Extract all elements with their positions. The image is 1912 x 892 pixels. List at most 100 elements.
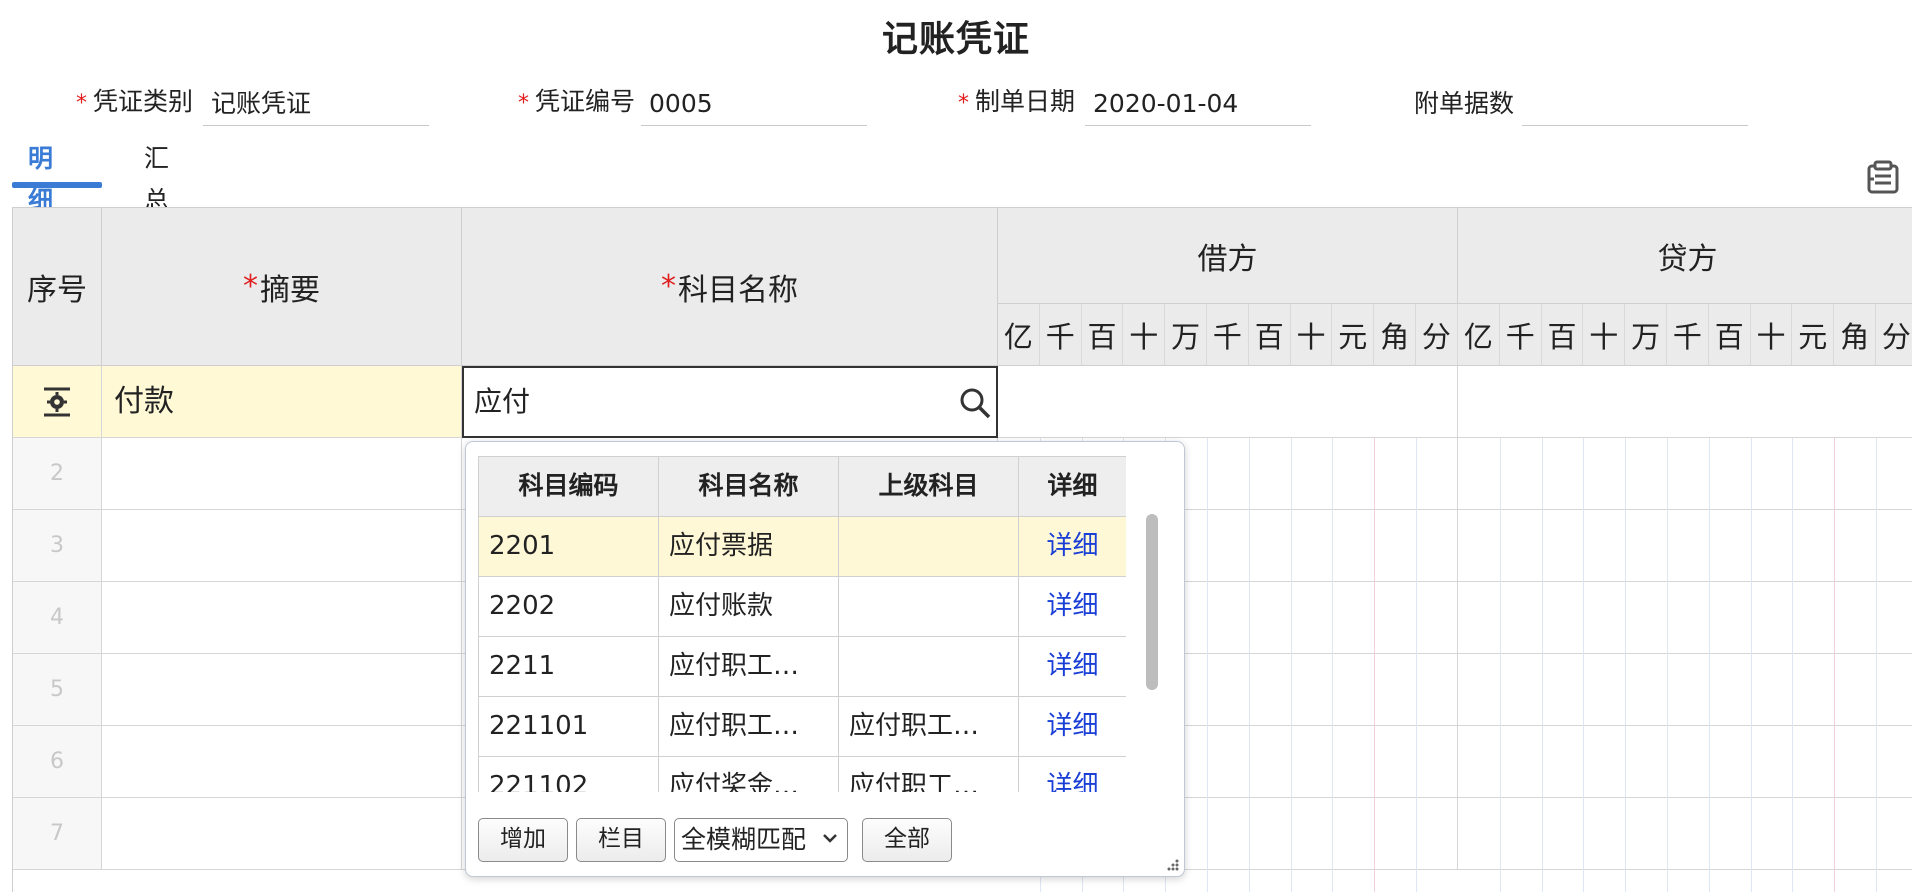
search-icon[interactable] [958, 386, 992, 420]
lookup-parent-cell: 应付职工… [839, 697, 1019, 757]
credit-digit-header: 十 [1750, 304, 1793, 366]
credit-digit-header: 万 [1625, 304, 1667, 366]
detail-link[interactable]: 详细 [1019, 697, 1126, 757]
digit-gridline [1834, 438, 1836, 892]
credit-amount-cell[interactable] [1458, 798, 1912, 869]
columns-button[interactable]: 栏目 [576, 818, 666, 862]
detail-link[interactable]: 详细 [1019, 637, 1126, 697]
attachments-label: 附单据数 [1414, 89, 1515, 118]
digit-gridline [1290, 438, 1292, 892]
lookup-code-cell: 221102 [479, 757, 659, 792]
attachments-input[interactable] [1522, 86, 1749, 126]
lookup-col-name: 科目名称 [659, 457, 839, 517]
lookup-row[interactable]: 221102 应付奖金… 应付职工… 详细 [479, 757, 1126, 792]
debit-digit-header: 分 [1416, 304, 1458, 366]
lookup-name-cell: 应付奖金… [659, 757, 839, 792]
row-settings-icon[interactable] [43, 386, 71, 418]
debit-digit-header: 百 [1248, 304, 1291, 366]
credit-digit-header: 角 [1834, 304, 1876, 366]
page-title: 记账凭证 [881, 19, 1030, 60]
table-row[interactable]: 付款 应付 [13, 366, 1912, 438]
lookup-code-cell: 221101 [479, 697, 659, 757]
digit-gridline [1625, 438, 1627, 892]
digit-gridline [1583, 438, 1585, 892]
credit-amount-cell[interactable] [1458, 510, 1912, 581]
attachments-field: 附单据数 [1414, 82, 1749, 126]
lookup-scrollbar[interactable] [1142, 514, 1160, 790]
lookup-scroll-thumb[interactable] [1146, 514, 1158, 690]
voucher-number-label: 凭证编号 [535, 87, 636, 116]
summary-cell[interactable]: 付款 [102, 366, 462, 437]
voucher-date-input[interactable]: 2020-01-04 [1085, 86, 1312, 126]
voucher-number-input[interactable]: 0005 [641, 86, 868, 126]
voucher-number-field: * 凭证编号 0005 [518, 82, 868, 126]
match-mode-select[interactable]: 全模糊匹配 [674, 818, 848, 862]
subject-cell[interactable]: 应付 [462, 366, 998, 438]
credit-digit-header: 元 [1792, 304, 1835, 366]
header-debit: 借方 [998, 208, 1458, 304]
digit-gridline [1876, 438, 1877, 892]
row-number[interactable] [13, 366, 102, 437]
subject-lookup-table: 科目编码 科目名称 上级科目 详细 2201 应付票据 详细 2202 应付账款 详细 22… [478, 456, 1126, 792]
debit-digit-header: 十 [1290, 304, 1333, 366]
credit-amount-cell[interactable] [1458, 726, 1912, 797]
row-number: 5 [13, 654, 102, 725]
all-button[interactable]: 全部 [862, 818, 952, 862]
digit-gridline [1792, 438, 1794, 892]
credit-amount-cell[interactable] [1458, 438, 1912, 509]
lookup-header-row: 科目编码 科目名称 上级科目 详细 [479, 457, 1126, 517]
header-seq: 序号 [13, 208, 102, 366]
summary-cell[interactable] [102, 510, 462, 581]
summary-cell[interactable] [102, 726, 462, 797]
match-mode-value: 全模糊匹配 [681, 825, 807, 854]
detail-link[interactable]: 详细 [1019, 577, 1126, 637]
credit-amount-cell[interactable] [1458, 582, 1912, 653]
detail-link[interactable]: 详细 [1019, 757, 1126, 792]
digit-gridline [1248, 438, 1250, 892]
subject-input[interactable]: 应付 [462, 366, 998, 438]
summary-cell[interactable] [102, 582, 462, 653]
add-button[interactable]: 增加 [478, 818, 568, 862]
digit-gridline [1207, 438, 1208, 892]
summary-cell[interactable] [102, 798, 462, 869]
debit-digit-header: 千 [1039, 304, 1082, 366]
credit-digit-header: 十 [1583, 304, 1626, 366]
resize-grip-icon[interactable] [1166, 858, 1180, 872]
row-number: 4 [13, 582, 102, 653]
digit-gridline [1750, 438, 1752, 892]
chevron-down-icon [823, 834, 837, 843]
credit-digit-header: 分 [1876, 304, 1912, 366]
lookup-row[interactable]: 2201 应付票据 详细 [479, 517, 1126, 577]
summary-cell[interactable] [102, 654, 462, 725]
header-credit: 贷方 [1458, 208, 1912, 304]
lookup-code-cell: 2202 [479, 577, 659, 637]
voucher-type-field: * 凭证类别 记账凭证 [76, 82, 430, 126]
voucher-date-field: * 制单日期 2020-01-04 [958, 82, 1312, 126]
lookup-name-cell: 应付票据 [659, 517, 839, 577]
detail-link[interactable]: 详细 [1019, 517, 1126, 577]
debit-digit-header: 元 [1332, 304, 1375, 366]
credit-digit-header: 千 [1667, 304, 1709, 366]
row-number: 3 [13, 510, 102, 581]
lookup-row[interactable]: 221101 应付职工… 应付职工… 详细 [479, 697, 1126, 757]
voucher-type-input[interactable]: 记账凭证 [203, 86, 430, 126]
debit-digit-header: 十 [1123, 304, 1166, 366]
digit-gridline [1667, 438, 1668, 892]
toolbar-config-icon[interactable] [1866, 160, 1900, 196]
credit-digit-header: 百 [1541, 304, 1584, 366]
header-summary: * 摘要 [102, 208, 462, 366]
lookup-col-detail: 详细 [1019, 457, 1126, 517]
debit-digit-header: 亿 [998, 304, 1040, 366]
debit-amount-cell[interactable] [998, 366, 1458, 437]
lookup-row[interactable]: 2202 应付账款 详细 [479, 577, 1126, 637]
credit-amount-cell[interactable] [1458, 366, 1912, 437]
digit-gridline [1332, 438, 1334, 892]
summary-cell[interactable] [102, 438, 462, 509]
credit-amount-cell[interactable] [1458, 654, 1912, 725]
credit-digit-header: 百 [1708, 304, 1751, 366]
lookup-row[interactable]: 2211 应付职工… 详细 [479, 637, 1126, 697]
lookup-name-cell: 应付职工… [659, 637, 839, 697]
lookup-name-cell: 应付职工… [659, 697, 839, 757]
header-subject: * 科目名称 [462, 208, 998, 366]
digit-gridline [1416, 438, 1417, 892]
